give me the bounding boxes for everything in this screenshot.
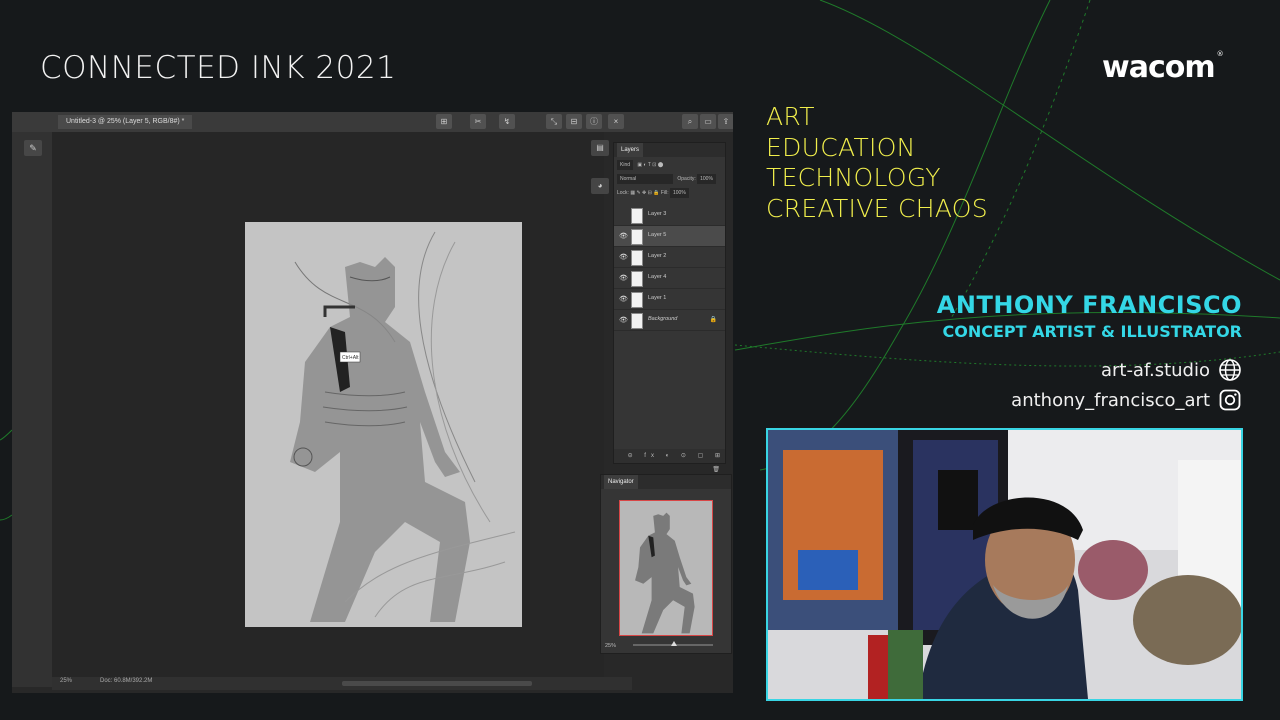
tools-panel: ✎ xyxy=(12,132,52,687)
document-tab[interactable]: Untitled-3 @ 25% (Layer 5, RGB/8#) * xyxy=(58,115,193,129)
presenter-name: ANTHONY FRANCISCO xyxy=(936,291,1242,319)
fill-label: Fill: xyxy=(660,190,669,196)
layer-thumbnail xyxy=(631,208,643,224)
opacity-input[interactable]: 100% xyxy=(697,174,716,184)
brush-presets-icon[interactable]: ◕ xyxy=(591,178,609,194)
layer-row[interactable]: Layer 3 xyxy=(614,205,725,226)
workspace-icon[interactable]: ▭ xyxy=(700,114,716,129)
lock-icon: 🔒 xyxy=(709,317,717,323)
tagline-education: EDUCATION xyxy=(766,132,916,162)
layer-name: Layer 4 xyxy=(648,274,667,280)
instagram-link[interactable]: anthony_francisco_art xyxy=(1011,388,1242,412)
zoom-slider[interactable] xyxy=(633,641,713,646)
canvas-area: Ctrl+Alt xyxy=(52,132,604,677)
drawing-canvas[interactable]: Ctrl+Alt xyxy=(245,222,522,627)
layer-filter-row: Kind ▣ ◐ T ⊡ ⬤ xyxy=(617,160,663,170)
photoshop-window: Untitled-3 @ 25% (Layer 5, RGB/8#) * ⊞ ✂… xyxy=(12,112,733,693)
smoothing-button[interactable]: ⊟ xyxy=(566,114,582,129)
navigator-preview[interactable] xyxy=(619,500,713,636)
layer-thumbnail xyxy=(631,229,643,245)
options-bar: Untitled-3 @ 25% (Layer 5, RGB/8#) * ⊞ ✂… xyxy=(12,112,733,132)
navigator-thumbnail xyxy=(635,512,695,634)
layer-row[interactable]: 👁 Layer 4 xyxy=(614,268,725,289)
navigator-panel: Navigator 25% xyxy=(600,474,732,654)
layer-row[interactable]: 👁 Layer 5 xyxy=(614,226,725,247)
status-zoom: 25% xyxy=(60,678,73,684)
eye-icon[interactable]: 👁 xyxy=(619,316,628,324)
info-button[interactable]: ⓘ xyxy=(586,114,602,129)
event-title: CONNECTED INK 2021 xyxy=(40,50,397,86)
kind-filter-select[interactable]: Kind xyxy=(617,160,634,170)
layer-row[interactable]: 👁 Layer 1 xyxy=(614,289,725,310)
layer-name: Layer 3 xyxy=(648,211,667,217)
eye-icon[interactable]: 👁 xyxy=(619,253,628,261)
filter-icons: ▣ ◐ T ⊡ ⬤ xyxy=(637,162,664,168)
angle-button[interactable]: ⤡ xyxy=(546,114,562,129)
navigator-header: Navigator xyxy=(601,475,731,489)
opacity-label: Opacity: xyxy=(677,176,696,182)
side-panel-buttons: ▤ ◕ xyxy=(589,132,611,252)
eye-icon[interactable]: 👁 xyxy=(619,295,628,303)
lock-row: Lock: ▦ ✎ ✥ ⊟ 🔒 Fill: 100% xyxy=(617,188,692,198)
layer-row[interactable]: 👁 Layer 2 xyxy=(614,247,725,268)
layer-name: Layer 2 xyxy=(648,253,667,259)
history-icon[interactable]: ▤ xyxy=(591,140,609,156)
brush-tool-icon[interactable]: ✎ xyxy=(24,140,42,156)
layer-name: Layer 5 xyxy=(648,232,667,238)
layer-thumbnail xyxy=(631,250,643,266)
layer-name: Background xyxy=(648,316,678,322)
wacom-logo: wacom ® xyxy=(1102,50,1224,85)
brush-settings-button[interactable]: ✂ xyxy=(470,114,486,129)
fill-input[interactable]: 100% xyxy=(669,188,689,198)
presenter-role: CONCEPT ARTIST & ILLUSTRATOR xyxy=(942,322,1243,341)
navigator-tab[interactable]: Navigator xyxy=(604,475,638,489)
status-bar: 25% Doc: 60.8M/392.2M xyxy=(52,677,632,690)
search-icon[interactable]: ⌕ xyxy=(682,114,698,129)
layers-footer-icons[interactable]: ⊝ fx ◐ ⊙ ▢ ⊞ 🗑 xyxy=(614,449,725,473)
trademark-symbol: ® xyxy=(1216,50,1224,58)
logo-text: wacom xyxy=(1102,50,1216,85)
sketch-figure: Ctrl+Alt xyxy=(290,231,516,622)
pressure-button[interactable]: ↯ xyxy=(499,114,515,129)
symmetry-button[interactable]: ⊞ xyxy=(436,114,452,129)
layer-row[interactable]: 👁 Background 🔒 xyxy=(614,310,725,331)
horizontal-scrollbar[interactable] xyxy=(342,681,532,686)
lock-icons[interactable]: ▦ ✎ ✥ ⊟ 🔒 xyxy=(630,190,660,196)
blend-mode-select[interactable]: Normal xyxy=(617,174,673,184)
website-text: art-af.studio xyxy=(1100,359,1210,381)
share-icon[interactable]: ⇪ xyxy=(718,114,733,129)
tagline-art: ART xyxy=(766,102,815,131)
layers-tab[interactable]: Layers xyxy=(617,143,644,157)
globe-icon xyxy=(1219,359,1241,381)
instagram-icon xyxy=(1219,389,1241,411)
tagline-list: ART EDUCATION TECHNOLOGY CREATIVE CHAOS xyxy=(766,102,988,224)
lock-label: Lock: xyxy=(617,190,629,196)
layers-panel: Layers Kind ▣ ◐ T ⊡ ⬤ Normal Opacity: 10… xyxy=(613,142,726,473)
navigator-zoom: 25% xyxy=(605,643,617,649)
eye-icon[interactable]: 👁 xyxy=(619,274,628,282)
instagram-handle: anthony_francisco_art xyxy=(1011,389,1210,411)
status-doc-info: Doc: 60.8M/392.2M xyxy=(100,678,153,684)
webcam-image xyxy=(768,430,1241,699)
webcam-feed xyxy=(766,428,1243,701)
layers-panel-header: Layers xyxy=(614,143,725,157)
close-panel-button[interactable]: × xyxy=(608,114,624,129)
website-link[interactable]: art-af.studio xyxy=(1101,358,1242,382)
cursor-tooltip: Ctrl+Alt xyxy=(342,355,359,361)
layer-thumbnail xyxy=(631,292,643,308)
tagline-technology: TECHNOLOGY xyxy=(766,163,941,192)
zoom-slider-knob[interactable] xyxy=(671,641,677,646)
layer-thumbnail xyxy=(631,313,643,329)
blend-row: Normal Opacity: 100% xyxy=(617,174,719,184)
eye-icon[interactable]: 👁 xyxy=(619,232,628,240)
layer-thumbnail xyxy=(631,271,643,287)
tagline-creative-chaos: CREATIVE CHAOS xyxy=(766,193,988,223)
layer-name: Layer 1 xyxy=(648,295,667,301)
